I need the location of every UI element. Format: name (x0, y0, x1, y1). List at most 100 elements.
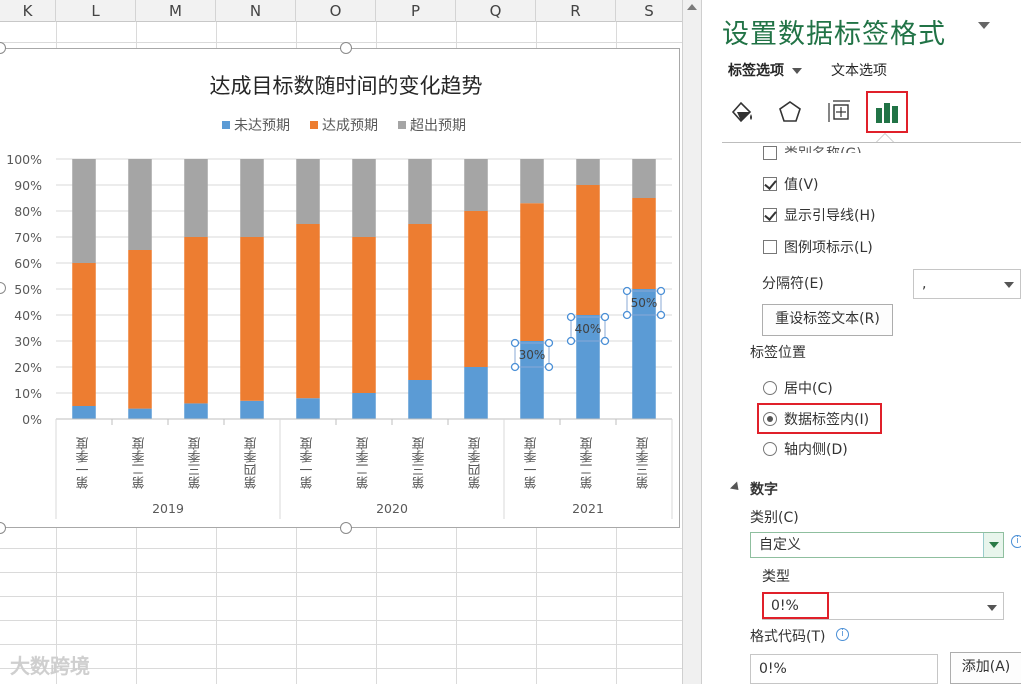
y-tick-label: 30% (14, 334, 42, 349)
leader-lines-checkbox[interactable] (763, 208, 777, 222)
bar[interactable] (632, 159, 656, 198)
bar[interactable] (184, 403, 208, 419)
bar[interactable] (240, 159, 264, 237)
bar[interactable] (296, 398, 320, 419)
bar[interactable] (408, 380, 432, 419)
separator-dropdown[interactable]: , (913, 269, 1021, 299)
stacked-column-chart[interactable]: 达成目标数随时间的变化趋势未达预期 达成预期 超出预期 0% 10% 20% 30% 40% 5… (0, 49, 680, 529)
position-inside-base-radio[interactable] (763, 442, 777, 456)
position-center-label: 居中(C) (784, 381, 833, 397)
column-header[interactable]: Q (456, 0, 536, 22)
bar[interactable] (352, 159, 376, 237)
data-label-handle[interactable] (544, 362, 554, 372)
bar[interactable] (72, 263, 96, 406)
bar[interactable] (576, 185, 600, 315)
effects-icon[interactable] (770, 92, 810, 132)
collapse-section-icon[interactable] (729, 481, 743, 494)
bar[interactable] (464, 367, 488, 419)
legend-entry[interactable]: 达成预期 (322, 118, 378, 134)
bar[interactable] (520, 159, 544, 204)
column-header[interactable]: L (56, 0, 136, 22)
format-code-input[interactable]: 0!% (750, 654, 938, 684)
column-header[interactable]: N (216, 0, 296, 22)
data-label[interactable]: 40% (575, 322, 602, 336)
tab-label-options[interactable]: 标签选项 (728, 60, 802, 80)
data-label-handle[interactable] (600, 336, 610, 346)
column-header[interactable]: K (0, 0, 56, 22)
label-position-heading: 标签位置 (750, 345, 806, 361)
resize-handle[interactable] (340, 42, 352, 54)
data-label[interactable]: 30% (519, 348, 546, 362)
tab-text-options[interactable]: 文本选项 (831, 60, 887, 80)
data-label-handle[interactable] (656, 286, 666, 296)
add-format-button[interactable]: 添加(A) (950, 652, 1021, 684)
data-label[interactable]: 50% (631, 296, 658, 310)
bar[interactable] (520, 203, 544, 341)
data-label-handle[interactable] (622, 310, 632, 320)
vertical-scrollbar[interactable] (682, 0, 702, 684)
data-label-handle[interactable] (656, 310, 666, 320)
bar[interactable] (296, 159, 320, 224)
reset-label-text-button[interactable]: 重设标签文本(R) (762, 304, 893, 336)
data-label-handle[interactable] (544, 338, 554, 348)
bar[interactable] (408, 224, 432, 380)
fill-line-icon[interactable] (722, 92, 762, 132)
scroll-up-icon[interactable] (687, 4, 697, 10)
position-inside-end-label: 数据标签内(I) (784, 412, 870, 428)
bar[interactable] (352, 237, 376, 393)
bar[interactable] (128, 159, 152, 250)
number-section-heading[interactable]: 数字 (750, 479, 778, 499)
y-tick-label: 50% (14, 282, 42, 297)
size-properties-icon[interactable] (820, 92, 860, 132)
legend-entry[interactable]: 超出预期 (410, 118, 466, 134)
resize-handle[interactable] (340, 522, 352, 534)
column-header[interactable]: M (136, 0, 216, 22)
bar[interactable] (632, 198, 656, 289)
position-inside-end-radio[interactable] (763, 412, 777, 426)
bar[interactable] (352, 393, 376, 419)
column-header[interactable]: R (536, 0, 616, 22)
bar[interactable] (184, 159, 208, 237)
format-data-labels-pane: 设置数据标签格式 标签选项 文本选项 值(V) 显示引导线(H) 图例项标示(L… (702, 0, 1021, 684)
bar[interactable] (128, 250, 152, 409)
column-header[interactable]: P (376, 0, 456, 22)
worksheet[interactable]: K L M N O P Q R S 达成目标数随时间的变化趋势 未达预期 达成预… (0, 0, 682, 684)
bar[interactable] (128, 408, 152, 419)
pane-title: 设置数据标签格式 (722, 19, 946, 50)
chart-area[interactable]: 达成目标数随时间的变化趋势 未达预期 达成预期 超出预期 0% 10% 20% 30% 40% 5… (0, 48, 680, 528)
category-dropdown[interactable]: 自定义 (750, 532, 1004, 558)
bar[interactable] (184, 237, 208, 404)
bar[interactable] (576, 159, 600, 185)
value-label: 值(V) (784, 177, 819, 193)
separator-label: 分隔符(E) (762, 276, 824, 292)
legend-key-checkbox[interactable] (763, 240, 777, 254)
data-label-handle[interactable] (510, 362, 520, 372)
data-label-handle[interactable] (566, 312, 576, 322)
value-checkbox[interactable] (763, 177, 777, 191)
bar[interactable] (72, 406, 96, 419)
category-name-checkbox[interactable] (763, 146, 777, 160)
bar[interactable] (464, 211, 488, 367)
chevron-down-icon (987, 605, 997, 611)
y-tick-label: 60% (14, 256, 42, 271)
bar[interactable] (72, 159, 96, 263)
bar[interactable] (464, 159, 488, 211)
bar[interactable] (240, 237, 264, 401)
chevron-down-icon (792, 68, 802, 74)
data-label-handle[interactable] (566, 336, 576, 346)
bar[interactable] (296, 224, 320, 399)
label-options-icon[interactable] (866, 91, 908, 133)
column-header[interactable]: O (296, 0, 376, 22)
data-label-handle[interactable] (600, 312, 610, 322)
bar[interactable] (408, 159, 432, 224)
legend-entry[interactable]: 未达预期 (234, 118, 290, 134)
column-header[interactable]: S (616, 0, 682, 22)
chart-title[interactable]: 达成目标数随时间的变化趋势 (210, 74, 483, 98)
position-center-radio[interactable] (763, 381, 777, 395)
x-tick-label: 第一季度 (300, 437, 316, 489)
data-label-handle[interactable] (622, 286, 632, 296)
pane-options-dropdown-icon[interactable] (978, 22, 990, 29)
data-label-handle[interactable] (510, 338, 520, 348)
bar[interactable] (240, 400, 264, 419)
legend-swatch (310, 121, 318, 129)
